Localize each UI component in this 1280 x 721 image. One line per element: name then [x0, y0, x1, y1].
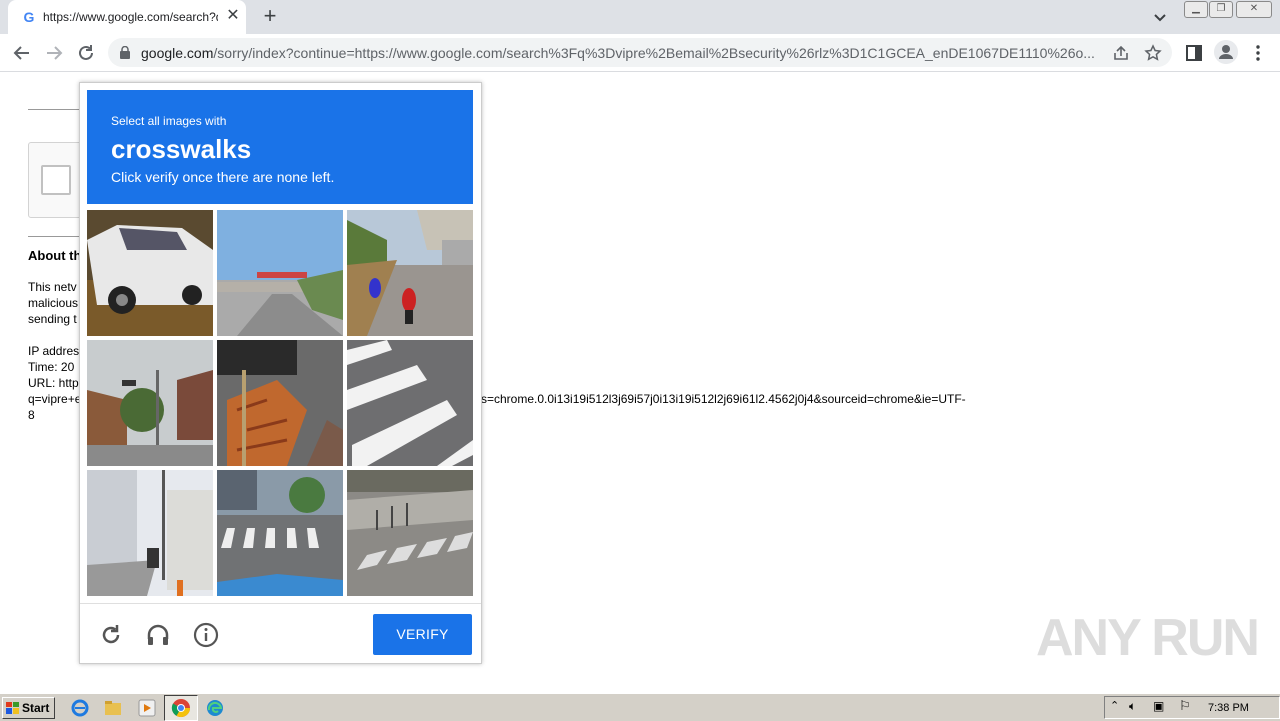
- reload-icon[interactable]: [73, 40, 99, 66]
- anyrun-watermark: ANY RUN: [1036, 609, 1260, 667]
- back-arrow-icon[interactable]: [9, 40, 35, 66]
- url-query: q=vipre+e: [28, 392, 82, 406]
- chevron-down-icon[interactable]: [1150, 7, 1170, 27]
- browser-tab[interactable]: G https://www.google.com/search?q= ✕: [8, 0, 246, 34]
- tile-highway-overpass[interactable]: [217, 210, 343, 336]
- url-continuation: s=chrome.0.0i13i19i512l3j69i57j0i13i19i5…: [481, 392, 966, 406]
- tile-crosswalk-corner[interactable]: [347, 470, 473, 596]
- tray-expand-icon[interactable]: ⌃: [1110, 699, 1119, 712]
- reload-challenge-icon[interactable]: [97, 621, 125, 649]
- info-line: This netv: [28, 280, 77, 294]
- divider: [28, 236, 80, 237]
- info-line: malicious: [28, 296, 79, 310]
- challenge-hint: Click verify once there are none left.: [111, 169, 335, 185]
- about-heading: About th: [28, 248, 82, 263]
- tab-title: https://www.google.com/search?q=: [43, 10, 218, 24]
- divider: [28, 109, 80, 110]
- lock-icon[interactable]: [119, 46, 131, 59]
- instruction-text: Select all images with: [111, 114, 227, 128]
- footer-divider: [80, 603, 481, 604]
- challenge-target: crosswalks: [111, 134, 252, 164]
- network-icon[interactable]: ▣: [1153, 699, 1164, 713]
- profile-avatar-icon[interactable]: [1214, 40, 1238, 64]
- tile-crosswalk-closeup[interactable]: [347, 340, 473, 466]
- close-window-button[interactable]: ✕: [1236, 1, 1272, 18]
- tile-construction-scaffold[interactable]: [217, 340, 343, 466]
- url-line: URL: http: [28, 376, 79, 390]
- menu-dots-icon[interactable]: [1248, 43, 1268, 63]
- tab-close-icon[interactable]: ✕: [224, 7, 242, 25]
- start-label: Start: [22, 701, 50, 715]
- tab-strip: G https://www.google.com/search?q= ✕ + ▁…: [0, 0, 1280, 34]
- share-icon[interactable]: [1112, 44, 1130, 62]
- new-tab-button[interactable]: +: [258, 5, 282, 29]
- taskbar: Start ⌃ 🔈︎ ▣ ⚐ 7:38 PM: [0, 693, 1280, 721]
- taskbar-clock: 7:38 PM: [1208, 702, 1249, 714]
- tile-crosswalk-street[interactable]: [217, 470, 343, 596]
- url-path: /sorry/index?continue=https://www.google…: [213, 45, 1095, 61]
- action-center-flag-icon[interactable]: ⚐: [1179, 698, 1191, 714]
- google-favicon-icon: G: [23, 9, 35, 25]
- headphones-audio-icon[interactable]: [144, 621, 172, 649]
- edge-icon[interactable]: [205, 698, 225, 718]
- tile-suv-car[interactable]: [87, 210, 213, 336]
- tile-city-sidewalk[interactable]: [87, 470, 213, 596]
- volume-icon[interactable]: 🔈︎: [1129, 699, 1136, 714]
- ip-address: IP addres: [28, 344, 80, 358]
- tile-residential-street[interactable]: [87, 340, 213, 466]
- media-player-icon[interactable]: [137, 698, 157, 718]
- chrome-taskbar-button[interactable]: [164, 695, 198, 721]
- minimize-button[interactable]: ▁: [1184, 1, 1208, 18]
- challenge-header: Select all images with crosswalks Click …: [87, 90, 473, 204]
- windows-logo-icon: [6, 702, 19, 714]
- address-bar[interactable]: google.com/sorry/index?continue=https://…: [108, 38, 1172, 67]
- url-end: 8: [28, 408, 35, 422]
- restore-button[interactable]: ❐: [1209, 1, 1233, 18]
- chrome-icon: [171, 699, 190, 718]
- info-icon[interactable]: [192, 621, 220, 649]
- internet-explorer-icon[interactable]: [70, 698, 90, 718]
- tile-motorcycles-street[interactable]: [347, 210, 473, 336]
- url-domain: google.com: [141, 45, 214, 61]
- start-button[interactable]: Start: [2, 697, 55, 719]
- system-tray: ⌃ 🔈︎ ▣ ⚐: [1104, 696, 1280, 719]
- recaptcha-checkbox[interactable]: [41, 165, 71, 195]
- info-line: sending t: [28, 312, 77, 326]
- url-text[interactable]: google.com/sorry/index?continue=https://…: [141, 45, 1111, 61]
- bookmark-star-icon[interactable]: [1144, 44, 1162, 62]
- verify-button[interactable]: VERIFY: [373, 614, 472, 655]
- file-explorer-icon[interactable]: [103, 698, 123, 718]
- recaptcha-challenge: Select all images with crosswalks Click …: [79, 82, 482, 664]
- browser-toolbar: google.com/sorry/index?continue=https://…: [0, 34, 1280, 72]
- forward-arrow-icon[interactable]: [41, 40, 67, 66]
- time-line: Time: 20: [28, 360, 75, 374]
- side-panel-icon[interactable]: [1184, 43, 1204, 63]
